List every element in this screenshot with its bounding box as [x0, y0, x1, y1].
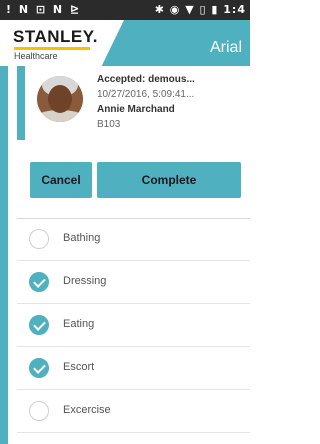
company-logo: STANLEY. Healthcare — [0, 20, 124, 66]
task-label: Excercise — [63, 404, 111, 416]
task-list: Bathing Dressing Eating Escort Excercise — [17, 218, 250, 433]
call-info: Accepted: demous... 10/27/2016, 5:09:41.… — [97, 72, 195, 132]
task-item[interactable]: Dressing — [17, 261, 250, 304]
logo-subtext: Healthcare — [14, 51, 58, 61]
task-label: Dressing — [63, 275, 107, 287]
side-accent-strip — [0, 66, 8, 444]
task-label: Eating — [63, 318, 95, 330]
resident-name: Annie Marchand — [97, 104, 175, 115]
task-item[interactable]: Eating — [17, 304, 250, 347]
call-status: Accepted: demous... — [97, 74, 195, 85]
product-name: Arial — [209, 39, 242, 56]
unchecked-circle-icon[interactable] — [29, 229, 49, 249]
call-timestamp: 10/27/2016, 5:09:41... — [97, 89, 195, 100]
unchecked-circle-icon[interactable] — [29, 401, 49, 421]
system-status-icons: ✱ ◉ ▼ ▯ ▮ 1:4 — [154, 3, 246, 16]
task-label: Escort — [63, 361, 95, 373]
checked-circle-icon[interactable] — [29, 315, 49, 335]
task-item[interactable]: Bathing — [17, 218, 250, 261]
room-number: B103 — [97, 119, 121, 130]
complete-button[interactable]: Complete — [97, 162, 241, 198]
logo-text: STANLEY. — [13, 27, 98, 46]
app-header: STANLEY. Healthcare Arial — [0, 20, 250, 66]
cancel-button[interactable]: Cancel — [30, 162, 92, 198]
call-card: Accepted: demous... 10/27/2016, 5:09:41.… — [17, 66, 250, 219]
task-item[interactable]: Excercise — [17, 390, 250, 433]
status-bar: ! N ⊡ N ⊵ ✱ ◉ ▼ ▯ ▮ 1:4 — [0, 0, 250, 20]
task-label: Bathing — [63, 232, 101, 244]
task-item[interactable]: Escort — [17, 347, 250, 390]
resident-avatar — [37, 76, 83, 122]
card-accent-marker — [17, 66, 25, 140]
checked-circle-icon[interactable] — [29, 272, 49, 292]
logo-stripe — [14, 47, 90, 50]
checked-circle-icon[interactable] — [29, 358, 49, 378]
notification-icons: ! N ⊡ N ⊵ — [6, 3, 82, 16]
